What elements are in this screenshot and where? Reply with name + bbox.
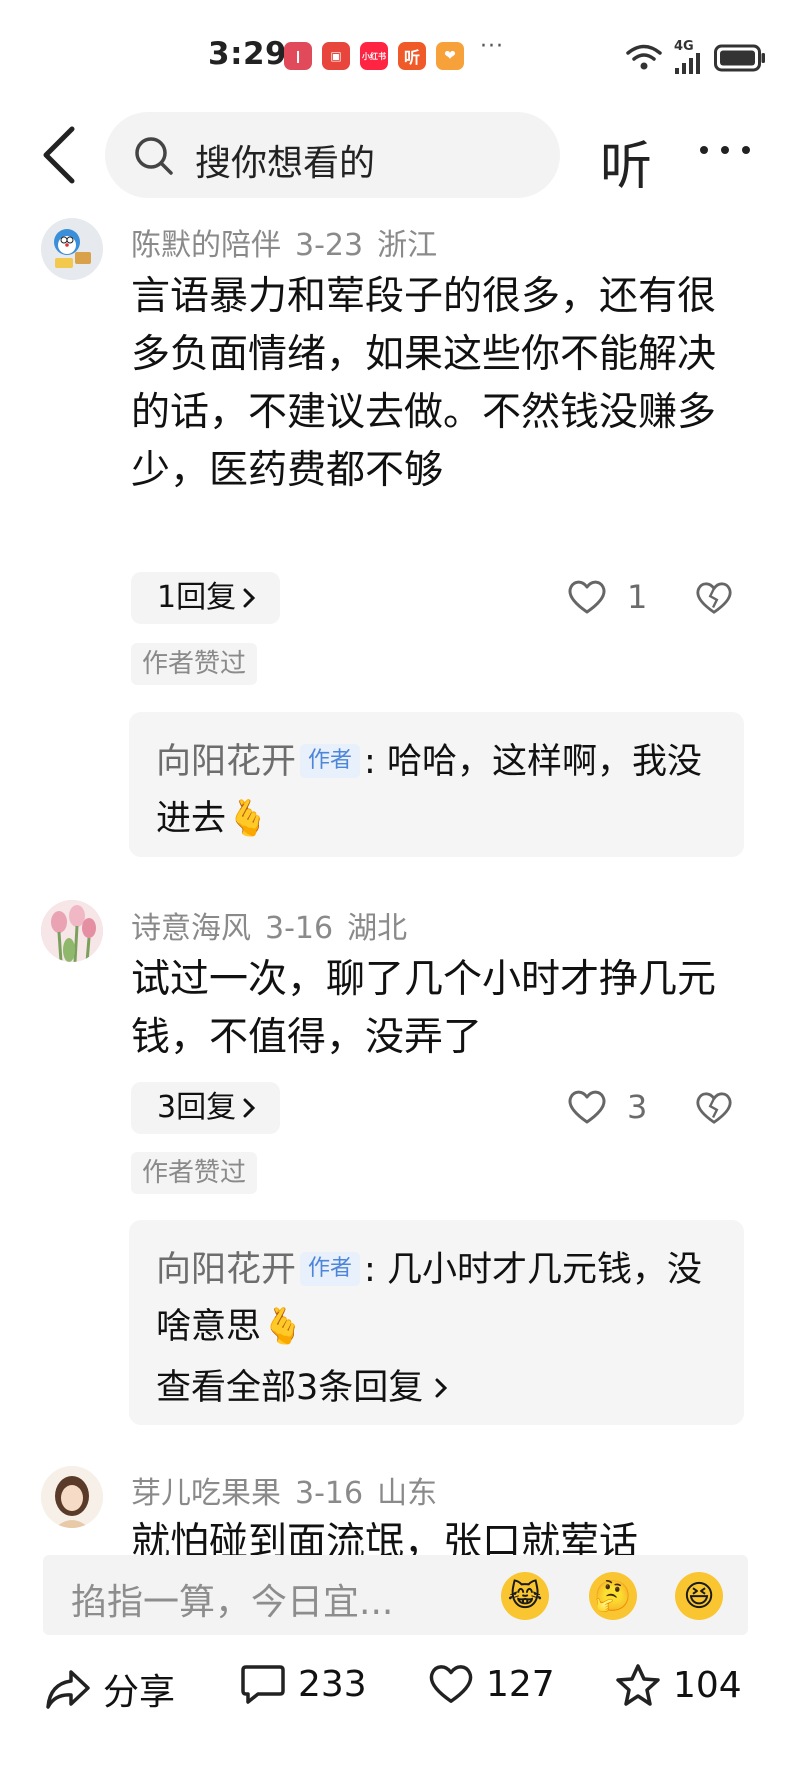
- reply-line: 向阳花开 作者: 哈哈，这样啊，我没进去🫰: [156, 742, 702, 839]
- avatar[interactable]: [41, 1466, 103, 1528]
- tulip-avatar-icon: [41, 900, 103, 962]
- cellular-signal: 4G: [674, 40, 702, 75]
- chevron-left-icon: [43, 126, 75, 184]
- comment-bubble-icon: [241, 1665, 285, 1704]
- chevron-right-icon: [243, 1098, 256, 1118]
- avatar[interactable]: [41, 218, 103, 280]
- listen-app-icon: 听: [398, 42, 426, 70]
- like-post-button[interactable]: 127: [428, 1663, 555, 1705]
- comment-location: 山东: [377, 1476, 438, 1511]
- comment-text: 试过一次，聊了几个小时才挣几元钱，不值得，没弄了: [131, 957, 717, 1060]
- heart-icon: [429, 1665, 473, 1703]
- grinning-emoji-button[interactable]: 😆: [675, 1572, 723, 1620]
- reply-line: 向阳花开 作者: 几小时才几元钱，没啥意思🫰: [156, 1250, 702, 1347]
- system-icons: 4G: [626, 40, 766, 75]
- reply-count-label: 3回复: [157, 1090, 237, 1125]
- more-options-icon[interactable]: [700, 146, 750, 154]
- reply-count-label: 1回复: [157, 580, 237, 615]
- comment-date: 3-16: [295, 1476, 364, 1511]
- like-post-count: 127: [486, 1663, 555, 1705]
- reply-author-name[interactable]: 向阳花开: [156, 1250, 296, 1290]
- chevron-right-icon: [435, 1378, 448, 1398]
- comment-count: 233: [298, 1663, 367, 1705]
- author-tag: 作者: [300, 1252, 361, 1286]
- author-liked-badge: 作者赞过: [131, 1152, 258, 1194]
- comments-button[interactable]: 233: [240, 1663, 367, 1705]
- finger-heart-emoji: 🫰: [226, 799, 270, 839]
- finger-heart-emoji: 🫰: [261, 1307, 305, 1347]
- status-bar: 3:29 ❙ ▣ 小红书 听 ❤ ··· 4G: [0, 0, 800, 100]
- like-count: 1: [627, 578, 648, 616]
- listen-button[interactable]: 听: [600, 124, 652, 199]
- girl-avatar-icon: [41, 1466, 103, 1528]
- share-icon: [46, 1670, 90, 1709]
- see-all-replies-label: 查看全部3条回复: [156, 1368, 424, 1408]
- author-liked-badge: 作者赞过: [131, 643, 258, 685]
- search-input[interactable]: 搜你想看的: [105, 112, 560, 198]
- comment-location: 浙江: [377, 228, 438, 263]
- author-reply[interactable]: 向阳花开 作者: 几小时才几元钱，没啥意思🫰 查看全部3条回复: [129, 1220, 744, 1425]
- more-notifications-icon: ···: [480, 34, 504, 59]
- heart-icon: [568, 580, 606, 614]
- chevron-right-icon: [243, 588, 256, 608]
- comment-username[interactable]: 陈默的陪伴: [131, 228, 281, 263]
- book-app-icon: ❙: [284, 42, 312, 70]
- comment-text: 就怕碰到面流氓，张口就荤话: [131, 1520, 639, 1556]
- xiaohongshu-icon: 小红书: [360, 42, 388, 70]
- wifi-icon: [626, 44, 662, 69]
- view-replies-button[interactable]: 3回复: [131, 1082, 281, 1134]
- comment-meta: 诗意海风 3-16 湖北: [131, 903, 421, 947]
- battery-icon: [714, 44, 765, 71]
- like-button[interactable]: 3: [567, 1088, 647, 1126]
- broken-heart-icon: [696, 1092, 732, 1124]
- dislike-button[interactable]: [695, 1090, 733, 1130]
- favorite-count: 104: [673, 1664, 742, 1706]
- health-app-icon: ❤: [436, 42, 464, 70]
- author-tag: 作者: [300, 744, 361, 778]
- network-type-label: 4G: [674, 39, 694, 54]
- comment-meta: 陈默的陪伴 3-23 浙江: [131, 220, 451, 264]
- thinking-emoji-button[interactable]: 🤔: [589, 1572, 637, 1620]
- comment-username[interactable]: 芽儿吃果果: [131, 1476, 281, 1511]
- doraemon-avatar-icon: [41, 218, 103, 280]
- comment-text: 言语暴力和荤段子的很多，还有很多负面情绪，如果这些你不能解决的话，不建议去做。不…: [131, 274, 717, 493]
- star-icon: [616, 1664, 660, 1706]
- comment-input[interactable]: 掐指一算，今日宜... 😹 🤔 😆: [43, 1555, 748, 1635]
- back-button[interactable]: [40, 125, 80, 185]
- favorite-button[interactable]: 104: [615, 1663, 742, 1707]
- signal-icon: [675, 53, 700, 74]
- broken-heart-icon: [696, 582, 732, 614]
- search-icon: [135, 137, 173, 175]
- laughing-cat-emoji-button[interactable]: 😹: [501, 1572, 549, 1620]
- comment-date: 3-16: [265, 911, 334, 946]
- notification-icons: ❙ ▣ 小红书 听 ❤: [284, 42, 464, 70]
- avatar[interactable]: [41, 900, 103, 962]
- share-button[interactable]: 分享: [45, 1663, 175, 1715]
- comment-input-placeholder: 掐指一算，今日宜...: [71, 1582, 394, 1623]
- author-reply[interactable]: 向阳花开 作者: 哈哈，这样啊，我没进去🫰: [129, 712, 744, 857]
- battery-app-icon: ▣: [322, 42, 350, 70]
- comment-date: 3-23: [295, 228, 364, 263]
- share-label: 分享: [103, 1672, 176, 1713]
- reply-author-name[interactable]: 向阳花开: [156, 742, 296, 782]
- search-placeholder: 搜你想看的: [195, 143, 376, 184]
- heart-icon: [568, 1090, 606, 1124]
- like-count: 3: [627, 1088, 648, 1126]
- view-replies-button[interactable]: 1回复: [131, 572, 281, 624]
- comment-username[interactable]: 诗意海风: [131, 911, 251, 946]
- status-time: 3:29: [208, 36, 288, 72]
- see-all-replies-link[interactable]: 查看全部3条回复: [156, 1360, 716, 1417]
- like-button[interactable]: 1: [567, 578, 647, 616]
- comment-location: 湖北: [347, 911, 408, 946]
- dislike-button[interactable]: [695, 580, 733, 620]
- comment-meta: 芽儿吃果果 3-16 山东: [131, 1468, 451, 1512]
